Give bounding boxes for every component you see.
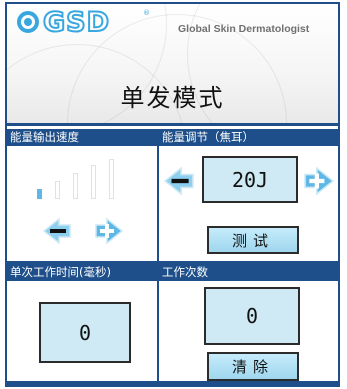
speed-bar-2 xyxy=(55,181,60,199)
logo-icon xyxy=(17,11,39,33)
energy-increase-button[interactable] xyxy=(304,166,334,196)
speed-bar-3 xyxy=(73,173,78,199)
count-panel-label: 工作次数 xyxy=(159,264,338,281)
brand-slogan: Global Skin Dermatologist xyxy=(178,23,310,35)
test-button[interactable]: 测试 xyxy=(207,226,299,254)
speed-bar-4 xyxy=(91,165,96,199)
speed-panel-label: 能量输出速度 xyxy=(7,129,157,146)
energy-value-display: 20J xyxy=(202,156,298,203)
speed-level-indicator xyxy=(37,159,137,199)
speed-increase-button[interactable] xyxy=(95,217,123,245)
time-panel-label: 单次工作时间(毫秒) xyxy=(7,264,157,281)
work-count-display: 0 xyxy=(204,287,300,345)
logo-registered-mark: ® xyxy=(143,9,150,17)
page-title: 单发模式 xyxy=(120,84,225,112)
speed-bar-1 xyxy=(37,189,42,199)
plus-right-arrow-icon xyxy=(304,166,334,196)
energy-decrease-button[interactable] xyxy=(164,166,194,196)
minus-left-arrow-icon xyxy=(43,217,71,245)
minus-left-arrow-icon xyxy=(164,166,194,196)
vertical-divider xyxy=(157,129,159,385)
plus-right-arrow-icon xyxy=(95,217,123,245)
header-banner: GSD ® Global Skin Dermatologist 单发模式 xyxy=(7,4,338,126)
speed-decrease-button[interactable] xyxy=(43,217,71,245)
logo-text: GSD xyxy=(42,6,111,39)
energy-panel-label: 能量调节（焦耳） xyxy=(159,129,338,146)
horizontal-divider xyxy=(7,261,338,264)
clear-button[interactable]: 清除 xyxy=(207,352,299,381)
bottom-border xyxy=(7,381,338,385)
work-time-display: 0 xyxy=(39,302,131,363)
device-screen: GSD ® Global Skin Dermatologist 单发模式 能量输… xyxy=(5,2,340,387)
speed-bar-5 xyxy=(109,159,114,199)
